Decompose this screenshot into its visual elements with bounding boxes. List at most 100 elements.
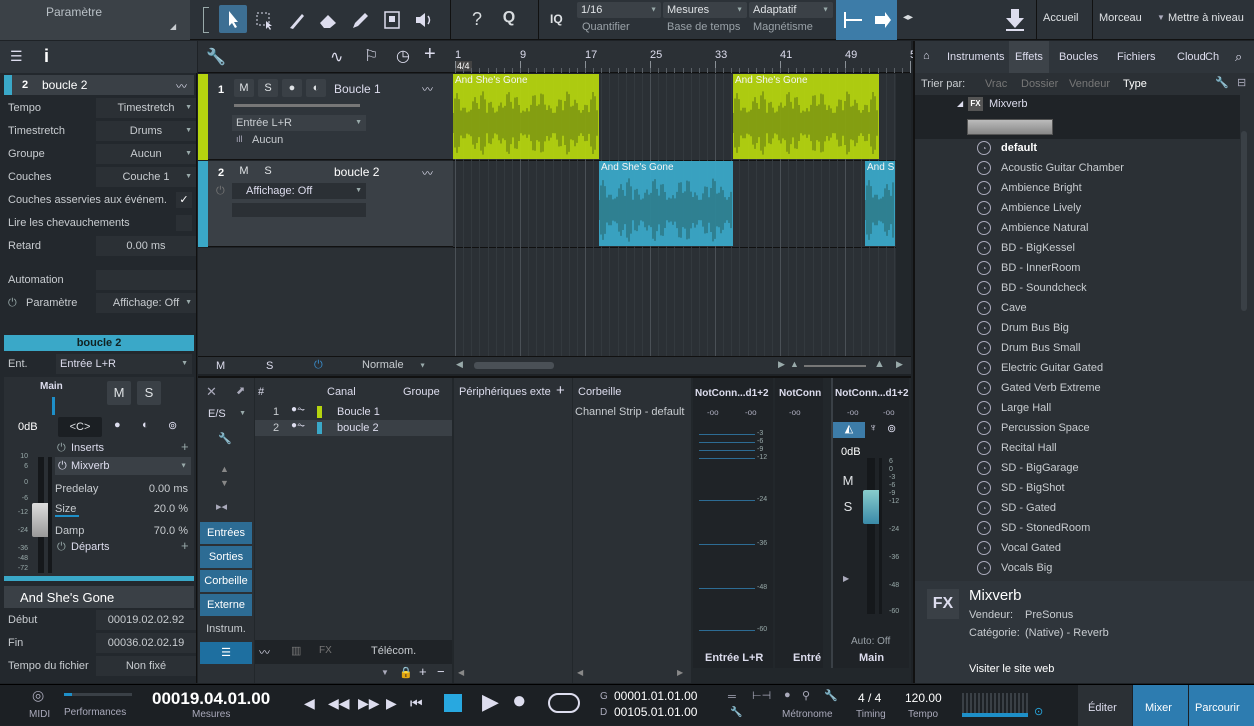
- zoom-button[interactable]: Q: [498, 9, 520, 31]
- preset-item[interactable]: ◔ default: [915, 139, 1240, 159]
- forward-icon[interactable]: ▶: [386, 695, 397, 712]
- output-main-label[interactable]: Main: [40, 381, 63, 392]
- main-solo-button[interactable]: S: [837, 498, 859, 516]
- track-mute-button[interactable]: M: [234, 163, 254, 179]
- collapse-icon[interactable]: ⊟: [1237, 76, 1246, 89]
- inspector-track-header[interactable]: 2 boucle 2 〰: [4, 75, 194, 95]
- sort-flat[interactable]: Vrac: [985, 78, 1007, 90]
- global-solo-button[interactable]: S: [266, 360, 273, 372]
- tab-browse[interactable]: Parcourir: [1189, 685, 1254, 726]
- browser-tab-2[interactable]: Boucles: [1053, 41, 1104, 73]
- play-button[interactable]: ▶: [482, 689, 499, 715]
- preset-item[interactable]: ◔ Gated Verb Extreme: [915, 379, 1240, 399]
- preset-item[interactable]: ◔ Ambience Lively: [915, 199, 1240, 219]
- punch-icon[interactable]: ⊢⊣: [752, 689, 771, 702]
- quantize-select[interactable]: 1/16: [577, 2, 661, 18]
- tab-mixer[interactable]: Mixer: [1133, 685, 1188, 726]
- visible-toggle-icon[interactable]: ●⏦: [291, 404, 305, 415]
- channel-row-1[interactable]: 1 ●⏦ Boucle 1: [255, 404, 452, 420]
- mixer-tab-4[interactable]: Instrum.: [200, 618, 252, 640]
- link-icon[interactable]: ⊚: [168, 419, 177, 432]
- track-solo-button[interactable]: S: [258, 163, 278, 179]
- record-arm-icon[interactable]: ●: [282, 79, 302, 97]
- input-select[interactable]: Entrée L+R: [56, 354, 192, 374]
- track-name[interactable]: boucle 2: [334, 165, 379, 179]
- link-icon[interactable]: ⊚: [887, 422, 896, 435]
- preset-item[interactable]: ◔ SD - StonedRoom: [915, 519, 1240, 539]
- record-button[interactable]: ●: [512, 687, 527, 715]
- home-icon[interactable]: ⌂: [923, 50, 930, 62]
- timestretch-select[interactable]: Drums: [96, 121, 196, 141]
- trash-item[interactable]: Channel Strip - default: [575, 406, 691, 418]
- track-name[interactable]: Boucle 1: [334, 82, 381, 96]
- preset-item[interactable]: ◔ Electric Guitar Gated: [915, 359, 1240, 379]
- mixer-tab-3[interactable]: Externe: [200, 594, 252, 616]
- preset-item[interactable]: ◔ SD - Gated: [915, 499, 1240, 519]
- track-volume-bar[interactable]: [234, 104, 360, 107]
- power-icon[interactable]: ⏻: [57, 442, 66, 455]
- add-track-icon[interactable]: +: [424, 43, 436, 66]
- timing-value[interactable]: 4 / 4: [858, 691, 881, 705]
- browser-tab-0[interactable]: Instruments: [941, 41, 1010, 73]
- scroll-left-icon[interactable]: ◀: [458, 668, 464, 677]
- metronome-icon[interactable]: ⚲: [802, 689, 810, 702]
- mute-button[interactable]: M: [107, 381, 131, 405]
- audio-clip[interactable]: And S: [865, 161, 895, 246]
- event-end-field[interactable]: 00036.02.02.19: [96, 633, 196, 653]
- track-solo-button[interactable]: S: [258, 79, 278, 97]
- mixer-tab-0[interactable]: Entrées: [200, 522, 252, 544]
- wrench-icon[interactable]: 🔧: [218, 432, 232, 445]
- tempo-value[interactable]: 120.00: [905, 691, 942, 705]
- preset-item[interactable]: ◔ Ambience Bright: [915, 179, 1240, 199]
- monitor-icon[interactable]: ◐: [306, 79, 326, 97]
- browser-tab-3[interactable]: Fichiers: [1111, 41, 1162, 73]
- zoom-out-icon[interactable]: ▲: [790, 359, 799, 369]
- scroll-left-icon[interactable]: ◀: [456, 359, 463, 370]
- main-output-name[interactable]: NotConn...d1+2: [835, 388, 909, 399]
- toggle-icon[interactable]: ⊙: [1034, 705, 1043, 718]
- scroll-right-icon[interactable]: ▶: [778, 359, 785, 370]
- main-automation-mode[interactable]: Auto: Off: [851, 636, 890, 647]
- group-select[interactable]: Aucun: [96, 144, 196, 164]
- pencil-tool[interactable]: [348, 9, 372, 31]
- track-mute-button[interactable]: M: [234, 79, 254, 97]
- audio-clip[interactable]: And She's Gone: [733, 74, 879, 159]
- timeline-ruler[interactable]: 4/4 19172533414957: [453, 41, 922, 73]
- tempo-select[interactable]: Timestretch: [96, 98, 196, 118]
- add-insert-icon[interactable]: +: [181, 439, 189, 454]
- return-to-zero-icon[interactable]: ⏮: [410, 695, 423, 712]
- nav-home[interactable]: Accueil: [1036, 0, 1090, 40]
- waveform-tab-icon[interactable]: 〰: [259, 644, 270, 660]
- remote-label[interactable]: Télécom.: [371, 645, 416, 657]
- arrange-canvas[interactable]: And She's Gone And She's Gone And She's Go…: [453, 74, 911, 356]
- keyboard-tab-icon[interactable]: ▥: [291, 644, 301, 657]
- rewind-to-start-icon[interactable]: ◀: [304, 695, 315, 712]
- global-mute-button[interactable]: M: [216, 360, 225, 372]
- wrench-icon[interactable]: 🔧: [1215, 76, 1229, 89]
- preset-item[interactable]: ◔ Recital Hall: [915, 439, 1240, 459]
- sort-type[interactable]: Type: [1123, 78, 1147, 90]
- strip-output-name[interactable]: NotConn: [779, 388, 821, 399]
- fx-tab[interactable]: FX: [319, 645, 332, 656]
- browser-tab-1[interactable]: Effets: [1009, 41, 1049, 73]
- mixer-tab-1[interactable]: Sorties: [200, 546, 252, 568]
- timebase-select[interactable]: Mesures: [663, 2, 747, 18]
- stop-button[interactable]: [444, 694, 462, 712]
- main-volume-readout[interactable]: 0dB: [841, 446, 861, 458]
- snap-select[interactable]: Adaptatif: [749, 2, 833, 18]
- inspector-channel-name[interactable]: boucle 2: [4, 335, 194, 351]
- loop-end-field[interactable]: 00105.01.01.00: [614, 705, 697, 719]
- expand-button[interactable]: ◂▸: [900, 12, 916, 28]
- expand-triangle-icon[interactable]: ▶: [843, 574, 849, 583]
- preset-item[interactable]: ◔ Ambience Natural: [915, 219, 1240, 239]
- loop-button[interactable]: [548, 693, 580, 713]
- preset-item[interactable]: ◔ Acoustic Guitar Chamber: [915, 159, 1240, 179]
- pre-roll-icon[interactable]: ═: [728, 691, 736, 703]
- param-display-select[interactable]: Affichage: Off: [96, 293, 196, 313]
- visit-website-link[interactable]: Visiter le site web: [969, 663, 1054, 675]
- marker-flag-icon[interactable]: ⚐: [364, 46, 378, 66]
- scroll-right-icon[interactable]: ▶: [677, 668, 683, 677]
- power-icon[interactable]: ⏻: [57, 541, 66, 554]
- close-icon[interactable]: ✕: [206, 384, 217, 400]
- iq-button[interactable]: IQ: [550, 12, 563, 26]
